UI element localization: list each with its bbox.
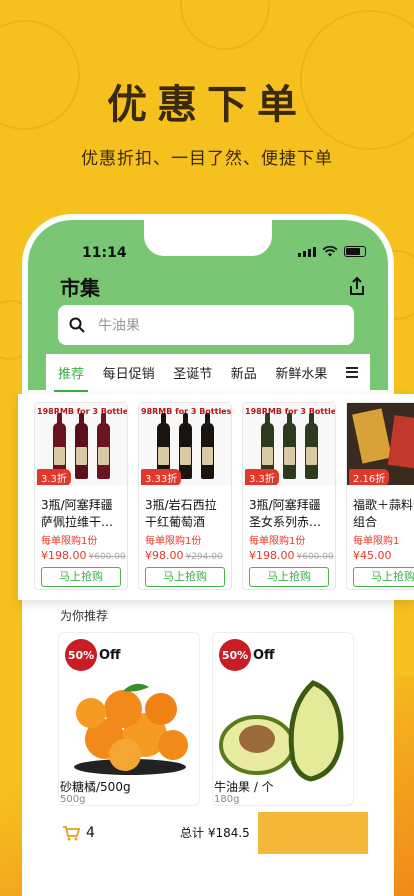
deal-limit: 每单限购1份 bbox=[41, 536, 98, 547]
hero-title: 优惠下单 bbox=[107, 82, 307, 128]
cart-bar: 4 总计 ¥184.5 bbox=[46, 812, 368, 854]
deal-strip: 198RMB for 3 Bottles 3.3折 3瓶/阿塞拜疆萨佩拉维干… … bbox=[18, 394, 414, 600]
deal-name: 福歌＋蒜料包组合 bbox=[353, 498, 414, 529]
cart-count: 4 bbox=[86, 825, 95, 841]
app-title: 市集 bbox=[60, 276, 100, 300]
product-name: 砂糖橘/500g bbox=[60, 780, 131, 794]
deal-price: ¥45.00 bbox=[353, 549, 392, 562]
discount-badge: 2.16折 bbox=[349, 469, 390, 485]
buy-now-button[interactable]: 马上抢购 bbox=[145, 567, 225, 587]
deal-image: 198RMB for 3 Bottles 3.3折 bbox=[35, 403, 127, 485]
buy-now-button[interactable]: 马上抢购 bbox=[249, 567, 329, 587]
hero-subtitle: 优惠折扣、一目了然、便捷下单 bbox=[81, 149, 333, 169]
mandarin-image bbox=[74, 683, 188, 775]
discount-badge: 3.33折 bbox=[141, 469, 182, 485]
checkout-button[interactable] bbox=[258, 812, 368, 854]
deal-orig-price: ¥600.00 bbox=[88, 552, 126, 562]
cart-icon[interactable] bbox=[62, 825, 80, 841]
status-time: 11:14 bbox=[82, 245, 127, 261]
status-icons bbox=[298, 246, 366, 257]
tab-daily-promo[interactable]: 每日促销 bbox=[103, 363, 155, 382]
tab-recommend[interactable]: 推荐 bbox=[53, 363, 89, 392]
tab-christmas[interactable]: 圣诞节 bbox=[173, 363, 212, 382]
avocado-image bbox=[219, 680, 344, 782]
search-input[interactable]: 牛油果 bbox=[58, 305, 354, 345]
deal-limit: 每单限购1份 bbox=[249, 536, 306, 547]
section-title: 为你推荐 bbox=[60, 609, 109, 623]
buy-now-button[interactable]: 马上抢购 bbox=[41, 567, 121, 587]
deal-card[interactable]: 2.16折 福歌＋蒜料包组合 每单限购1 ¥45.00 马上抢购 bbox=[346, 402, 414, 590]
wifi-icon bbox=[322, 246, 338, 257]
deal-card[interactable]: 198RMB for 3 Bottles 3.3折 3瓶/阿塞拜疆圣女系列赤… … bbox=[242, 402, 336, 590]
deal-name: 3瓶/岩石西拉干红葡萄酒 bbox=[145, 498, 217, 529]
tab-fresh-fruit[interactable]: 新鲜水果 bbox=[275, 363, 327, 382]
category-tabs: 推荐 每日促销 圣诞节 新品 新鲜水果 bbox=[46, 354, 370, 392]
deal-card[interactable]: 198RMB for 3 Bottles 3.3折 3瓶/阿塞拜疆萨佩拉维干… … bbox=[34, 402, 128, 590]
off-badge: 50% Off bbox=[65, 639, 121, 671]
deal-limit: 每单限购1份 bbox=[145, 536, 202, 547]
deal-orig-price: ¥294.00 bbox=[185, 552, 223, 562]
deal-limit: 每单限购1 bbox=[353, 536, 400, 547]
deal-orig-price: ¥600.00 bbox=[296, 552, 334, 562]
deal-name: 3瓶/阿塞拜疆萨佩拉维干… bbox=[41, 498, 114, 529]
discount-badge: 3.3折 bbox=[245, 469, 279, 485]
product-weight: 180g bbox=[214, 794, 240, 805]
off-badge: 50% Off bbox=[219, 639, 275, 671]
menu-icon[interactable] bbox=[345, 366, 358, 378]
signal-icon bbox=[298, 246, 316, 257]
deal-image: 2.16折 bbox=[347, 403, 414, 485]
product-weight: 500g bbox=[60, 794, 86, 805]
deal-price: ¥98.00 ¥294.00 bbox=[145, 549, 223, 562]
cart-total: 总计 ¥184.5 bbox=[180, 826, 250, 840]
deal-image: 98RMB for 3 Bottles 3.33折 bbox=[139, 403, 231, 485]
phone-notch bbox=[144, 220, 272, 256]
deal-name: 3瓶/阿塞拜疆圣女系列赤… bbox=[249, 498, 322, 529]
product-name: 牛油果 / 个 bbox=[214, 780, 274, 794]
search-placeholder: 牛油果 bbox=[98, 318, 140, 334]
deal-price: ¥198.00 ¥600.00 bbox=[41, 549, 126, 562]
deal-price: ¥198.00 ¥600.00 bbox=[249, 549, 334, 562]
buy-now-button[interactable]: 马上抢购 bbox=[353, 567, 414, 587]
deal-card[interactable]: 98RMB for 3 Bottles 3.33折 3瓶/岩石西拉干红葡萄酒 每… bbox=[138, 402, 232, 590]
battery-icon bbox=[344, 246, 366, 257]
tab-new[interactable]: 新品 bbox=[231, 363, 257, 382]
share-icon[interactable] bbox=[348, 276, 366, 296]
discount-badge: 3.3折 bbox=[37, 469, 71, 485]
search-icon bbox=[69, 317, 85, 333]
deal-image: 198RMB for 3 Bottles 3.3折 bbox=[243, 403, 335, 485]
